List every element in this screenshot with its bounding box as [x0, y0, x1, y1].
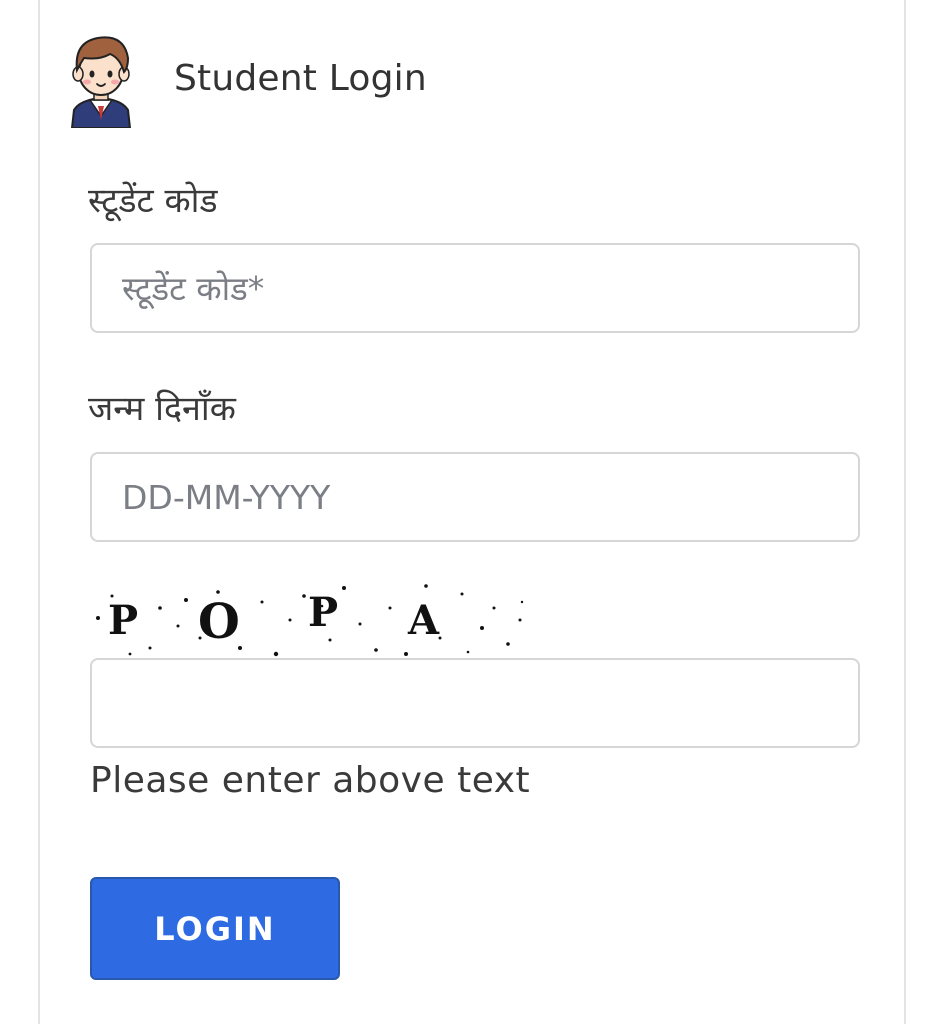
captcha-char-1: P [108, 597, 138, 644]
captcha-image: P O P A [90, 578, 530, 660]
student-login-card: Student Login स्टूडेंट कोड जन्म दिनाँक P… [38, 0, 906, 1024]
captcha-char-3: P [308, 589, 338, 636]
dob-input[interactable] [90, 452, 860, 542]
captcha-hint: Please enter above text [90, 760, 531, 801]
dob-label: जन्म दिनाँक [88, 389, 236, 429]
login-button[interactable]: LOGIN [90, 877, 340, 980]
student-code-label: स्टूडेंट कोड [88, 181, 218, 221]
page-title: Student Login [174, 58, 427, 99]
captcha-char-2: O [198, 594, 240, 650]
captcha-input[interactable] [90, 658, 860, 748]
captcha-char-4: A [407, 597, 440, 644]
student-code-input[interactable] [90, 243, 860, 333]
student-avatar-icon [70, 36, 132, 128]
